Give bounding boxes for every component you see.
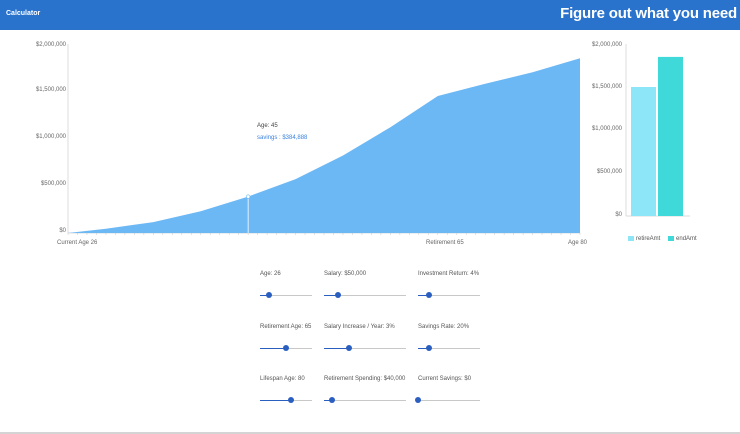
legend-label: endAmt: [676, 236, 697, 243]
salary-label: Salary: $50,000: [324, 271, 367, 277]
salary-increase-slider-fill: [324, 348, 349, 349]
legend-swatch: [668, 236, 675, 241]
current-savings-label: Current Savings: $0: [418, 376, 472, 382]
bar-endAmt[interactable]: [658, 56, 683, 217]
salary-slider-group: Salary: $50,000: [324, 271, 414, 301]
savings-rate-slider-group: Savings Rate: 20%: [418, 324, 508, 354]
bar-chart-svg: [625, 44, 690, 217]
salary-increase-label: Salary Increase / Year: 3%: [324, 324, 395, 330]
age-label: Age: 26: [260, 271, 281, 277]
retirement-age-slider-thumb[interactable]: [283, 345, 289, 351]
lifespan-slider-thumb[interactable]: [288, 397, 295, 403]
investment-return-label: Investment Return: 4%: [418, 271, 480, 277]
lifespan-label: Lifespan Age: 80: [260, 376, 305, 382]
retirement-spending-slider-thumb[interactable]: [329, 397, 336, 403]
salary-increase-slider-thumb[interactable]: [345, 345, 352, 351]
retirement-spending-slider-track[interactable]: [324, 400, 406, 401]
investment-return-slider-group: Investment Return: 4%: [418, 271, 508, 301]
lifespan-slider-fill: [260, 400, 292, 401]
retirement-spending-label: Retirement Spending: $40,000: [324, 376, 406, 382]
legend-item-endAmt[interactable]: endAmt: [668, 236, 697, 242]
savings-rate-slider-thumb[interactable]: [426, 345, 433, 351]
current-savings-slider-track[interactable]: [418, 400, 480, 401]
age-slider-thumb[interactable]: [266, 292, 273, 298]
legend-label: retireAmt: [636, 236, 661, 243]
legend-item-retireAmt[interactable]: retireAmt: [628, 236, 660, 242]
current-savings-slider-thumb[interactable]: [415, 397, 421, 403]
salary-slider-thumb[interactable]: [334, 292, 341, 298]
investment-return-slider-thumb[interactable]: [426, 292, 433, 298]
bar-retireAmt[interactable]: [631, 87, 656, 216]
current-savings-slider-group: Current Savings: $0: [415, 376, 508, 406]
savings-rate-label: Savings Rate: 20%: [418, 324, 470, 330]
salary-increase-slider-group: Salary Increase / Year: 3%: [324, 324, 414, 354]
retirement-spending-slider-group: Retirement Spending: $40,000: [324, 376, 414, 406]
bar-legend: retireAmt endAmt: [628, 236, 703, 242]
retirement-age-label: Retirement Age: 65: [260, 324, 312, 330]
legend-swatch: [628, 236, 634, 241]
